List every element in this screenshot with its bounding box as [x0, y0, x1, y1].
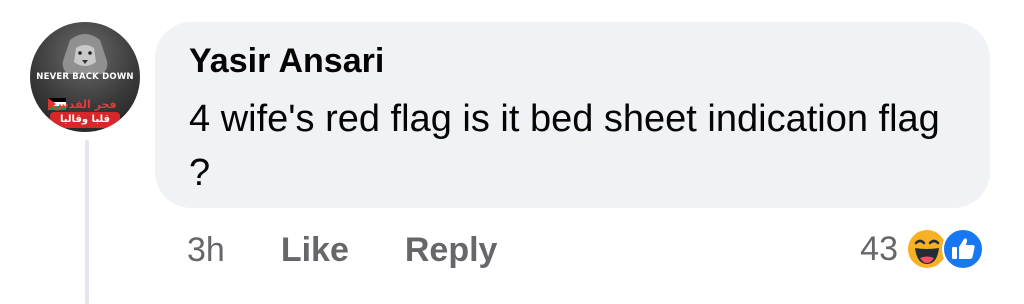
- avatar-arabic-line2: قلبا وقالبا: [50, 112, 120, 128]
- reaction-icons: [906, 226, 992, 272]
- comment-bubble: Yasir Ansari 4 wife's red flag is it bed…: [155, 22, 990, 208]
- avatar-arabic-line1: فجر القدس: [53, 98, 117, 111]
- like-icon: [942, 228, 984, 270]
- like-button[interactable]: Like: [281, 231, 349, 270]
- comment-actions: 3h Like Reply: [187, 228, 553, 272]
- reply-button[interactable]: Reply: [405, 231, 498, 270]
- avatar[interactable]: NEVER BACK DOWN فجر القدس قلبا وقالبا: [30, 22, 140, 132]
- thread-line: [85, 140, 89, 304]
- comment-text: 4 wife's red flag is it bed sheet indica…: [189, 98, 940, 194]
- avatar-caption: NEVER BACK DOWN: [36, 72, 134, 82]
- reactions-summary[interactable]: 43: [860, 226, 992, 272]
- comment-timestamp[interactable]: 3h: [187, 231, 225, 270]
- reaction-count: 43: [860, 229, 898, 268]
- comment-author[interactable]: Yasir Ansari: [189, 42, 384, 81]
